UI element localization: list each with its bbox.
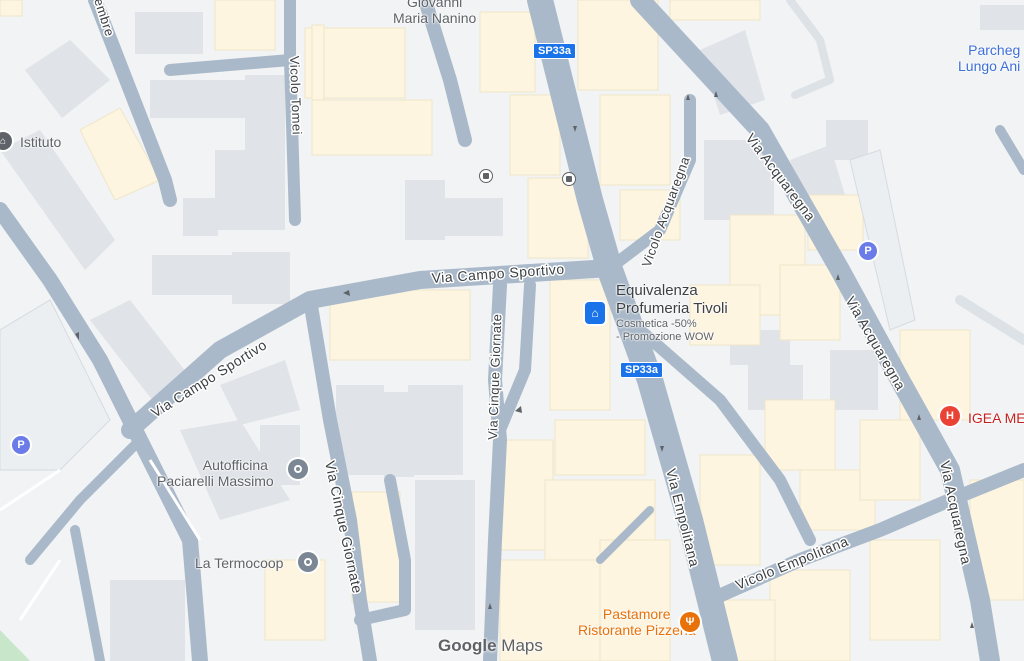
poi-istituto-label[interactable]: Istituto <box>20 134 61 150</box>
poi-autofficina-line1: Autofficina <box>202 457 268 473</box>
hospital-icon[interactable]: H <box>940 406 960 426</box>
parking-icon[interactable]: P <box>859 242 877 260</box>
poi-parcheggio-line1: Parcheg <box>968 42 1021 58</box>
map-canvas[interactable]: Via Campo Sportivo Via Campo Sportivo Vi… <box>0 0 1024 661</box>
poi-termocoop-label[interactable]: La Termocoop <box>195 555 283 571</box>
poi-igea-label[interactable]: IGEA ME <box>968 410 1024 426</box>
google-logo-text: Google <box>438 636 497 655</box>
poi-pastamore-line2: Ristorante Pizzeria <box>578 622 696 638</box>
maps-logo-text: Maps <box>501 636 543 655</box>
poi-equivalenza-line1: Equivalenza <box>616 282 698 299</box>
green-area <box>0 630 30 661</box>
poi-parcheggio-line2: Lungo Ani <box>958 58 1021 74</box>
poi-pastamore-line1: Pastamore <box>602 606 671 622</box>
poi-pastamore-label[interactable]: Pastamore Ristorante Pizzeria <box>578 606 696 638</box>
poi-equivalenza-sub2: - Promozione WOW <box>616 331 714 343</box>
bus-stop-icon[interactable] <box>562 172 576 186</box>
restaurant-icon[interactable]: Ψ <box>680 612 700 632</box>
google-maps-logo: Google Maps <box>438 636 543 656</box>
location-pin-icon[interactable] <box>298 552 318 572</box>
poi-autofficina-label[interactable]: Autofficina Paciarelli Massimo <box>157 457 274 489</box>
poi-giovanni-line1: Giovanni <box>407 0 463 10</box>
shopping-bag-icon[interactable]: ⌂ <box>585 302 605 324</box>
poi-equivalenza-sub1: Cosmetica -50% <box>616 318 697 330</box>
shield-sp33a-mid[interactable]: SP33a <box>620 362 664 378</box>
poi-equivalenza-line2: Profumeria Tivoli <box>616 300 728 317</box>
parking-icon[interactable]: P <box>12 436 30 454</box>
label-vicolo-tomei: Vicolo Tomei <box>287 56 305 136</box>
location-pin-icon[interactable] <box>288 459 308 479</box>
shield-sp33a-top[interactable]: SP33a <box>533 43 577 59</box>
poi-giovanni-label[interactable]: Giovanni Maria Nanino <box>393 0 476 26</box>
bus-stop-icon[interactable] <box>479 169 493 183</box>
poi-equivalenza-label[interactable]: Equivalenza Profumeria Tivoli Cosmetica … <box>616 282 728 344</box>
poi-parcheggio-label[interactable]: Parcheg Lungo Ani <box>958 42 1020 74</box>
poi-autofficina-line2: Paciarelli Massimo <box>157 473 274 489</box>
poi-giovanni-line2: Maria Nanino <box>393 10 477 26</box>
